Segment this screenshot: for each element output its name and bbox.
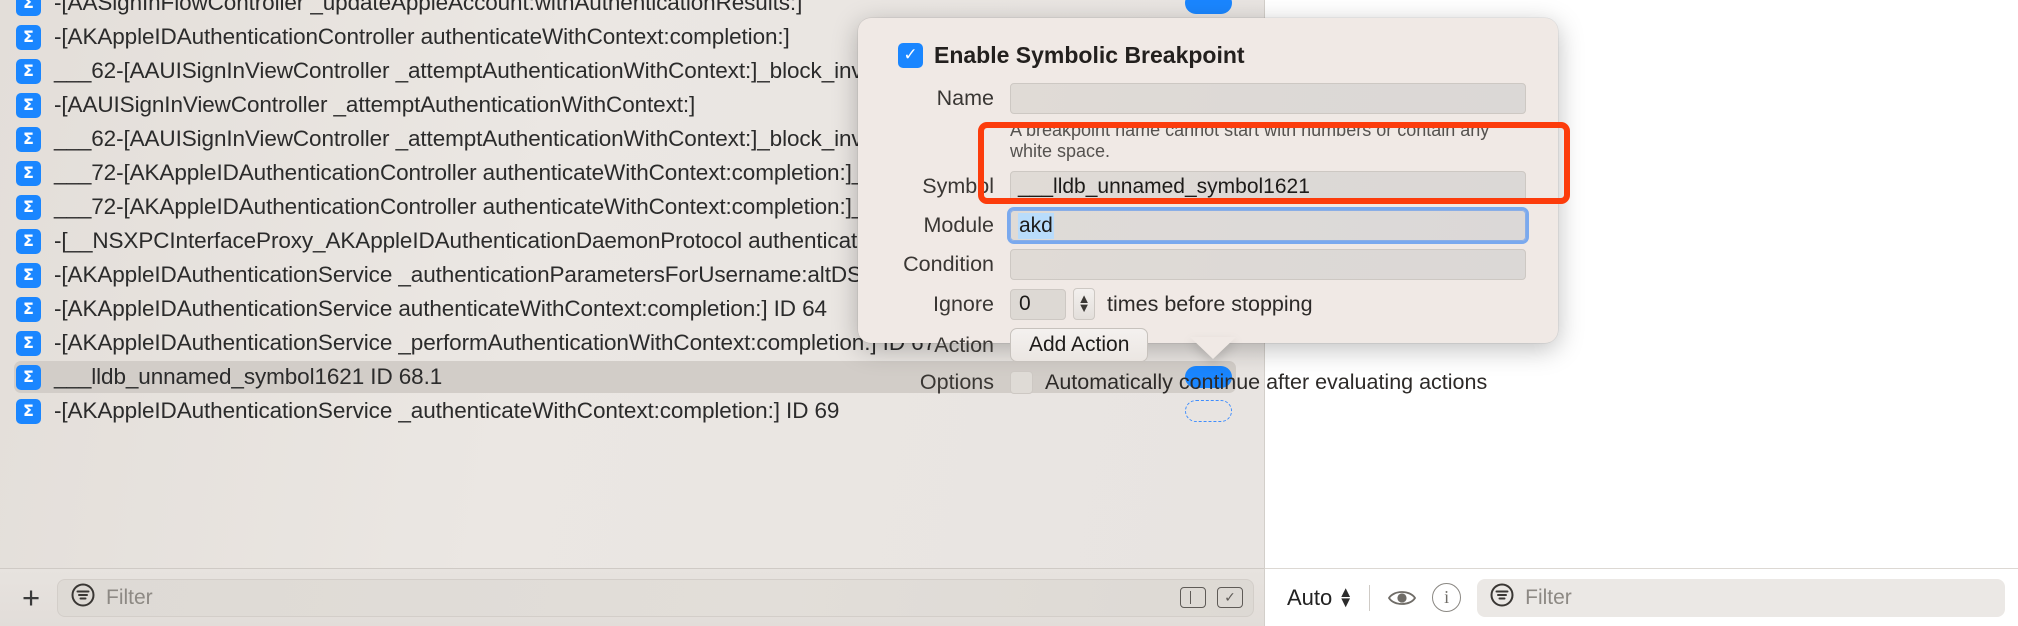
breakpoint-label: ___62-[AAUISignInViewController _attempt… (54, 126, 899, 151)
add-action-button[interactable]: Add Action (1010, 328, 1149, 362)
pill-glyph-icon[interactable] (1180, 587, 1206, 608)
sigma-symbolic-breakpoint-icon: Σ (16, 398, 41, 424)
auto-label: Auto (1287, 584, 1333, 610)
breakpoint-label: ___72-[AKAppleIDAuthenticationController… (54, 194, 865, 219)
sigma-symbolic-breakpoint-icon: Σ (16, 0, 41, 16)
navigator-bottom-bar: + Filter ✓ (0, 568, 1264, 626)
popover-title: Enable Symbolic Breakpoint (934, 42, 1245, 68)
symbol-label: Symbol (922, 174, 994, 198)
sigma-symbolic-breakpoint-icon: Σ (16, 262, 41, 288)
toolbar-divider (1369, 584, 1371, 611)
auto-continue-checkbox[interactable] (1010, 371, 1033, 394)
action-label: Action (934, 332, 994, 357)
ignore-stepper[interactable]: ▲ ▼ (1073, 288, 1095, 320)
name-row: Name (880, 83, 1526, 114)
name-label: Name (936, 86, 994, 110)
breakpoint-label: -[AAUISignInViewController _attemptAuthe… (54, 92, 696, 117)
breakpoint-enable-toggle[interactable] (1185, 400, 1232, 422)
sigma-symbolic-breakpoint-icon: Σ (16, 126, 41, 152)
checkbox-glyph-icon[interactable]: ✓ (1217, 587, 1243, 608)
breakpoint-enable-toggle[interactable] (1185, 0, 1232, 14)
list-item[interactable]: Σ -[AASignInFlowController _updateAppleA… (0, 0, 1264, 20)
filter-placeholder: Filter (106, 585, 153, 609)
sigma-symbolic-breakpoint-icon: Σ (16, 24, 41, 50)
sigma-symbolic-breakpoint-icon: Σ (16, 228, 41, 254)
filter-field[interactable]: Filter ✓ (57, 578, 1254, 617)
breakpoint-label: -[AKAppleIDAuthenticationController auth… (54, 24, 790, 49)
filter-scope-icons: ✓ (1180, 587, 1243, 608)
name-hint-row: A breakpoint name cannot start with numb… (880, 120, 1526, 162)
inspector-filter-placeholder: Filter (1525, 585, 1572, 609)
eye-icon[interactable] (1386, 582, 1418, 614)
inspector-filter-field[interactable]: Filter (1477, 578, 2005, 617)
symbol-input[interactable]: ___lldb_unnamed_symbol1621 (1010, 171, 1526, 202)
breakpoint-label: ___72-[AKAppleIDAuthenticationController… (54, 160, 865, 185)
breakpoint-label: ___lldb_unnamed_symbol1621 ID 68.1 (54, 364, 443, 389)
breakpoint-label: ___62-[AAUISignInViewController _attempt… (54, 58, 899, 83)
edit-breakpoint-popover: ✓ Enable Symbolic Breakpoint Name A brea… (858, 18, 1558, 394)
module-input-selected-text: akd (1018, 212, 1054, 239)
auto-popup-button[interactable]: Auto ▲ ▼ (1279, 585, 1353, 611)
ignore-row: Ignore 0 ▲ ▼ times before stopping (880, 288, 1526, 320)
module-row: Module akd (880, 210, 1526, 241)
popover-arrow (1190, 337, 1236, 359)
chevron-down-icon[interactable]: ▼ (1078, 301, 1091, 313)
add-breakpoint-button[interactable]: + (14, 581, 48, 615)
breakpoint-label: -[AKAppleIDAuthenticationService _perfor… (54, 330, 936, 355)
ignore-label: Ignore (933, 291, 994, 316)
list-item[interactable]: Σ -[AKAppleIDAuthenticationService _auth… (0, 394, 1264, 428)
breakpoint-label: -[__NSXPCInterfaceProxy_AKAppleIDAuthent… (54, 228, 870, 253)
auto-continue-label: Automatically continue after evaluating … (1045, 370, 1488, 394)
sigma-symbolic-breakpoint-icon: Σ (16, 92, 41, 118)
sigma-symbolic-breakpoint-icon: Σ (16, 160, 41, 186)
chevron-updown-icon: ▲ ▼ (1338, 584, 1354, 611)
sigma-symbolic-breakpoint-icon: Σ (16, 58, 41, 84)
popover-header: ✓ Enable Symbolic Breakpoint (898, 42, 1526, 69)
options-row: Options Automatically continue after eva… (880, 370, 1526, 395)
sigma-symbolic-breakpoint-icon: Σ (16, 364, 41, 390)
ignore-suffix-label: times before stopping (1107, 291, 1313, 316)
filter-icon (70, 582, 96, 613)
module-label: Module (923, 213, 994, 237)
enable-symbolic-breakpoint-checkbox[interactable]: ✓ (898, 43, 923, 68)
condition-label: Condition (903, 252, 994, 276)
sigma-symbolic-breakpoint-icon: Σ (16, 194, 41, 220)
module-input[interactable]: akd (1010, 210, 1526, 241)
filter-icon (1489, 582, 1515, 613)
ignore-count-input[interactable]: 0 (1010, 288, 1066, 320)
breakpoint-label: -[AASignInFlowController _updateAppleAcc… (54, 0, 803, 15)
name-hint-text: A breakpoint name cannot start with numb… (1010, 120, 1490, 161)
sigma-symbolic-breakpoint-icon: Σ (16, 296, 41, 322)
xcode-breakpoint-navigator-screen: Σ -[AASignInFlowController _updateAppleA… (0, 0, 2018, 626)
options-label: Options (919, 370, 994, 394)
name-input[interactable] (1010, 83, 1526, 114)
sigma-symbolic-breakpoint-icon: Σ (16, 330, 41, 356)
condition-input[interactable] (1010, 249, 1526, 280)
info-circle-icon[interactable]: i (1432, 583, 1462, 612)
inspector-bottom-bar: Auto ▲ ▼ i Filter (1265, 568, 2018, 626)
breakpoint-label: -[AKAppleIDAuthenticationService _authen… (54, 398, 840, 423)
breakpoint-label: -[AKAppleIDAuthenticationService _authen… (54, 262, 862, 287)
symbol-row: Symbol ___lldb_unnamed_symbol1621 (880, 171, 1526, 202)
breakpoint-label: -[AKAppleIDAuthenticationService authent… (54, 296, 827, 321)
condition-row: Condition (880, 249, 1526, 280)
